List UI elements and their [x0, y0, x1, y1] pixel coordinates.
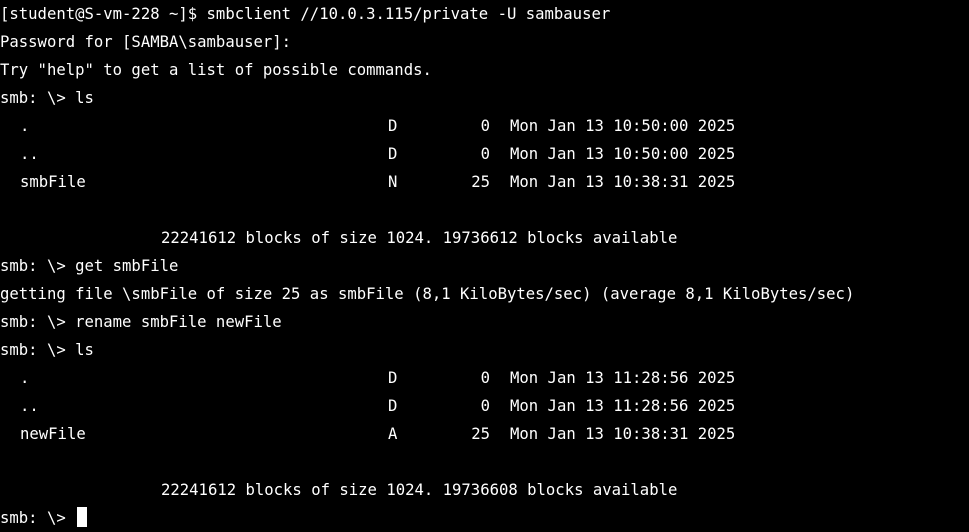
active-prompt-line[interactable]: smb: \> [0, 504, 969, 532]
entry-attr: D [388, 145, 398, 163]
text-cursor [77, 507, 88, 527]
entry-attr: D [388, 117, 398, 135]
command-line-get: smb: \> get smbFile [0, 257, 179, 275]
listing-row: newFile A 25 Mon Jan 13 10:38:31 2025 [0, 420, 969, 448]
entry-name: smbFile [20, 173, 86, 191]
command-line-smbclient: [student@S-vm-228 ~]$ smbclient //10.0.3… [0, 5, 611, 23]
entry-size: 0 [480, 397, 490, 415]
password-prompt: Password for [SAMBA\sambauser]: [0, 33, 292, 51]
listing-row: .. D 0 Mon Jan 13 11:28:56 2025 [0, 392, 969, 420]
entry-date: Mon Jan 13 11:28:56 2025 [510, 369, 736, 387]
command-line-rename: smb: \> rename smbFile newFile [0, 313, 282, 331]
entry-date: Mon Jan 13 10:38:31 2025 [510, 425, 736, 443]
listing-row: . D 0 Mon Jan 13 11:28:56 2025 [0, 364, 969, 392]
entry-date: Mon Jan 13 10:38:31 2025 [510, 173, 736, 191]
entry-size: 25 [471, 173, 490, 191]
entry-name: .. [20, 145, 39, 163]
listing-row: .. D 0 Mon Jan 13 10:50:00 2025 [0, 140, 969, 168]
command-line-ls: smb: \> ls [0, 341, 94, 359]
blocks-summary: 22241612 blocks of size 1024. 19736608 b… [161, 481, 678, 499]
entry-date: Mon Jan 13 11:28:56 2025 [510, 397, 736, 415]
listing-row: smbFile N 25 Mon Jan 13 10:38:31 2025 [0, 168, 969, 196]
blocks-summary: 22241612 blocks of size 1024. 19736612 b… [161, 229, 678, 247]
entry-name: newFile [20, 425, 86, 443]
command-line-ls: smb: \> ls [0, 89, 94, 107]
entry-attr: A [388, 425, 398, 443]
entry-attr: D [388, 369, 398, 387]
entry-name: . [20, 369, 30, 387]
entry-name: . [20, 117, 30, 135]
entry-name: .. [20, 397, 39, 415]
terminal-window[interactable]: [student@S-vm-228 ~]$ smbclient //10.0.3… [0, 0, 969, 532]
smb-prompt: smb: \> [0, 509, 66, 527]
entry-date: Mon Jan 13 10:50:00 2025 [510, 117, 736, 135]
help-hint: Try "help" to get a list of possible com… [0, 61, 432, 79]
entry-size: 25 [471, 425, 490, 443]
listing-row: . D 0 Mon Jan 13 10:50:00 2025 [0, 112, 969, 140]
entry-size: 0 [480, 369, 490, 387]
entry-size: 0 [480, 145, 490, 163]
entry-size: 0 [480, 117, 490, 135]
entry-attr: N [388, 173, 398, 191]
entry-date: Mon Jan 13 10:50:00 2025 [510, 145, 736, 163]
entry-attr: D [388, 397, 398, 415]
get-output: getting file \smbFile of size 25 as smbF… [0, 285, 855, 303]
